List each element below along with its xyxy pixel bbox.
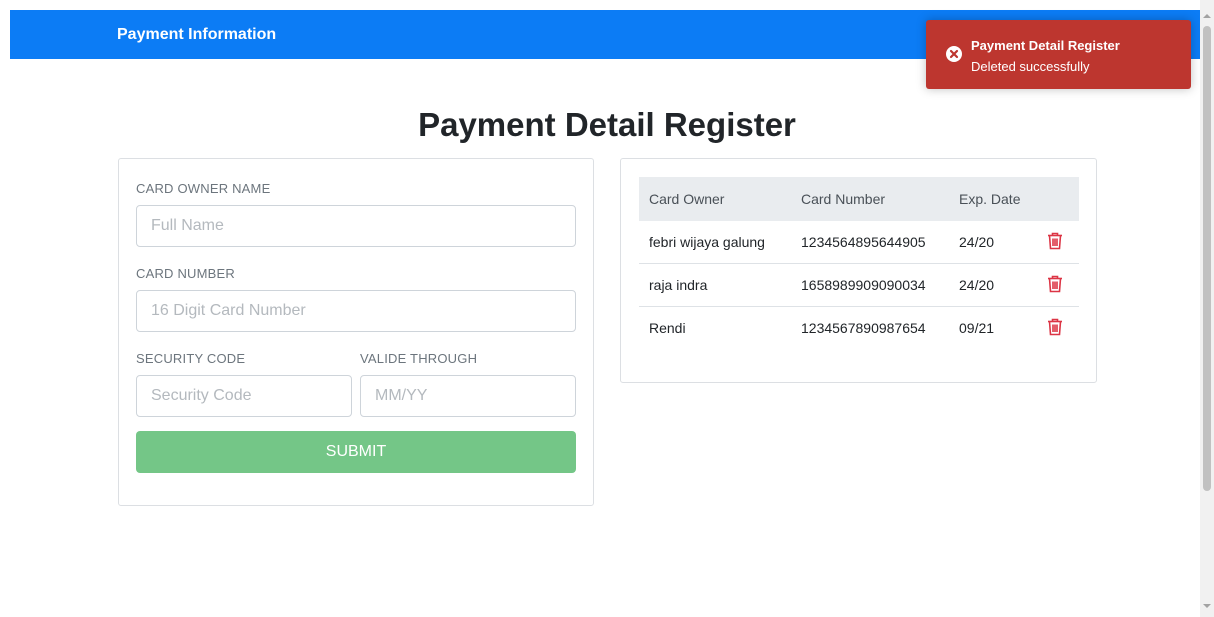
page-title: Payment Detail Register [418,106,796,143]
card-number-input[interactable] [136,290,576,332]
navbar-brand[interactable]: Payment Information [117,26,276,44]
payment-form-card: CARD OWNER NAME CARD NUMBER SECURITY COD… [118,158,594,506]
submit-button[interactable]: SUBMIT [136,431,576,473]
cell-card-number: 1658989909090034 [791,263,949,307]
error-circle-icon [946,46,962,67]
cell-card-number: 1234564895644905 [801,234,926,250]
scroll-down-icon[interactable] [1203,604,1211,608]
records-card: Card Owner Card Number Exp. Date febri w… [620,158,1097,383]
cell-card-owner: febri wijaya galung [649,234,765,250]
table-row[interactable]: febri wijaya galung 1234564895644905 24/… [639,221,1079,264]
cell-exp-date: 09/21 [949,306,1037,349]
trash-icon[interactable] [1047,275,1063,293]
cell-actions [1037,306,1079,349]
header-card-owner: Card Owner [639,177,791,221]
header-actions [1037,177,1079,221]
valid-through-input[interactable] [360,375,576,417]
cell-card-owner: Rendi [639,306,791,349]
cell-actions [1037,263,1079,307]
header-exp-date: Exp. Date [949,177,1037,221]
scroll-up-icon[interactable] [1203,14,1211,18]
trash-icon[interactable] [1047,318,1063,336]
table-header-row: Card Owner Card Number Exp. Date [639,177,1079,221]
security-code-label: SECURITY CODE [136,351,246,366]
card-owner-label: CARD OWNER NAME [136,181,271,196]
table-row[interactable]: raja indra 1658989909090034 24/20 [639,263,1079,307]
scrollbar[interactable] [1200,0,1214,617]
cell-card-owner: raja indra [639,263,791,307]
trash-icon[interactable] [1047,232,1063,250]
valid-through-label: VALIDE THROUGH [360,351,478,366]
cell-exp-date: 24/20 [959,234,995,250]
card-number-label: CARD NUMBER [136,266,235,281]
payment-table: Card Owner Card Number Exp. Date febri w… [639,177,1079,349]
toast-notification[interactable]: Payment Detail Register Deleted successf… [926,20,1191,89]
security-code-input[interactable] [136,375,352,417]
scrollbar-thumb[interactable] [1203,26,1211,491]
cell-actions [1037,221,1079,264]
cell-card-number: 1234567890987654 [791,306,949,349]
table-row[interactable]: Rendi 1234567890987654 09/21 [639,306,1079,349]
card-owner-input[interactable] [136,205,576,247]
header-card-number: Card Number [791,177,949,221]
toast-message: Deleted successfully [971,59,1090,74]
cell-exp-date: 24/20 [949,263,1037,307]
toast-title: Payment Detail Register [971,38,1120,53]
